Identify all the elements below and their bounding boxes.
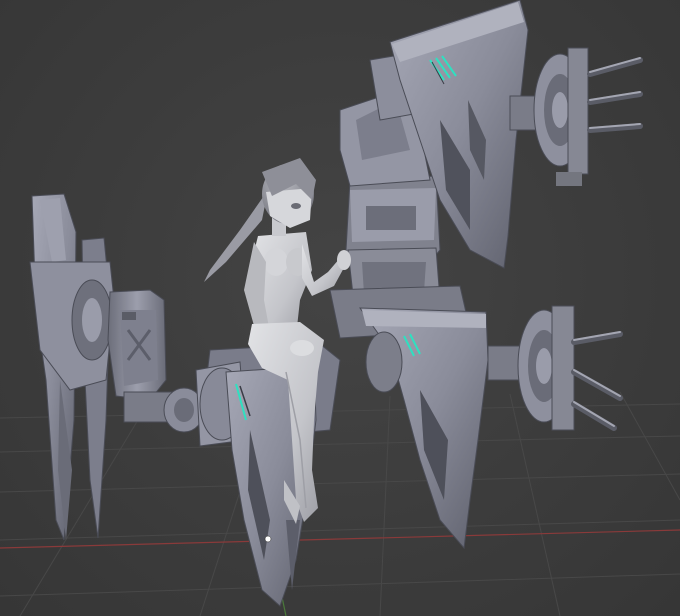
vertex-dot-icon[interactable]	[264, 535, 272, 543]
lower-right-wing	[359, 307, 489, 550]
lower-right-cannon	[487, 305, 623, 431]
x-axis-line	[0, 529, 680, 549]
upper-right-cannon	[509, 47, 643, 186]
left-arm-joint	[107, 289, 205, 433]
left-wing	[29, 193, 115, 541]
3d-viewport[interactable]	[0, 0, 680, 616]
scene-canvas[interactable]	[0, 0, 680, 616]
